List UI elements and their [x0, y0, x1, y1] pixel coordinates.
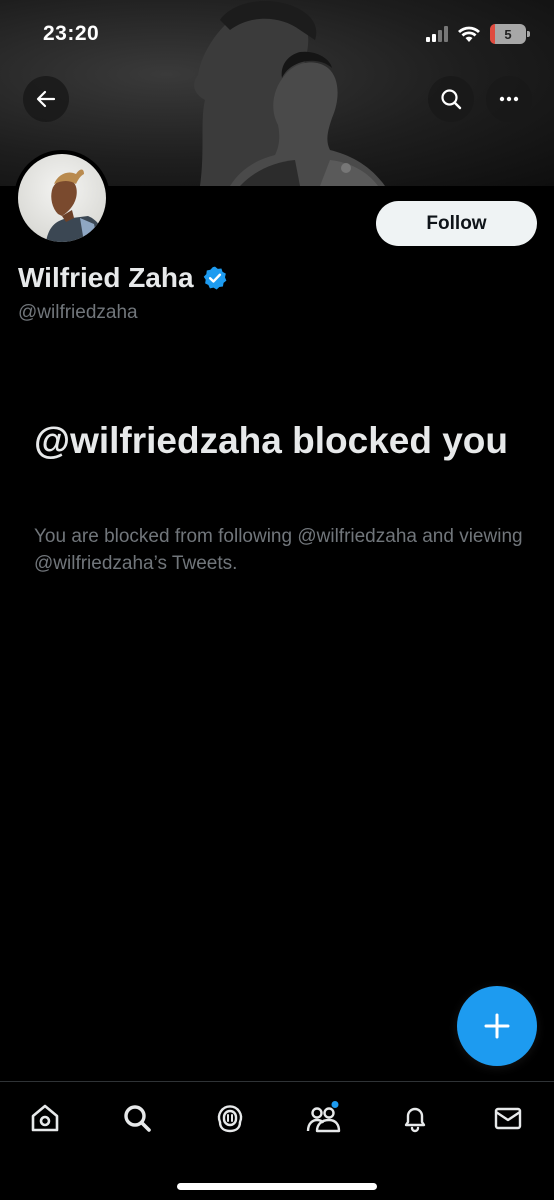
battery-indicator: 5	[490, 24, 530, 44]
display-name: Wilfried Zaha	[18, 262, 194, 293]
tab-home[interactable]	[20, 1098, 70, 1138]
notification-dot	[331, 1101, 339, 1108]
blocked-title: @wilfriedzaha blocked you	[34, 420, 509, 461]
mail-icon	[494, 1107, 522, 1130]
verified-badge-icon[interactable]	[202, 265, 228, 291]
back-button[interactable]	[23, 76, 69, 122]
compose-button[interactable]	[457, 986, 537, 1066]
blocked-description: You are blocked from following @wilfried…	[34, 526, 523, 574]
home-icon	[31, 1104, 59, 1132]
home-indicator[interactable]	[177, 1183, 377, 1190]
more-button[interactable]	[486, 76, 532, 122]
more-horizontal-icon	[499, 96, 519, 102]
status-time: 23:20	[43, 22, 100, 45]
search-icon	[441, 89, 462, 110]
arrow-left-icon	[36, 90, 56, 108]
avatar[interactable]	[14, 150, 110, 246]
bell-icon	[404, 1107, 426, 1133]
tab-notifications[interactable]	[390, 1098, 440, 1138]
avatar-image	[18, 154, 106, 242]
search-button[interactable]	[428, 76, 474, 122]
wifi-icon	[458, 26, 480, 42]
tab-spaces[interactable]	[205, 1098, 255, 1138]
communities-icon	[306, 1101, 341, 1133]
status-icons: 5	[426, 24, 530, 44]
spaces-icon	[217, 1105, 243, 1133]
search-icon	[124, 1105, 151, 1132]
tab-messages[interactable]	[483, 1098, 533, 1138]
battery-level: 5	[504, 26, 512, 42]
follow-button[interactable]: Follow	[376, 201, 537, 246]
tab-search[interactable]	[112, 1098, 162, 1138]
handle: @wilfriedzaha	[18, 302, 138, 323]
signal-icon	[426, 26, 448, 42]
display-name-row: Wilfried Zaha	[18, 262, 228, 294]
tab-communities[interactable]	[298, 1098, 348, 1138]
plus-icon	[484, 1013, 510, 1039]
